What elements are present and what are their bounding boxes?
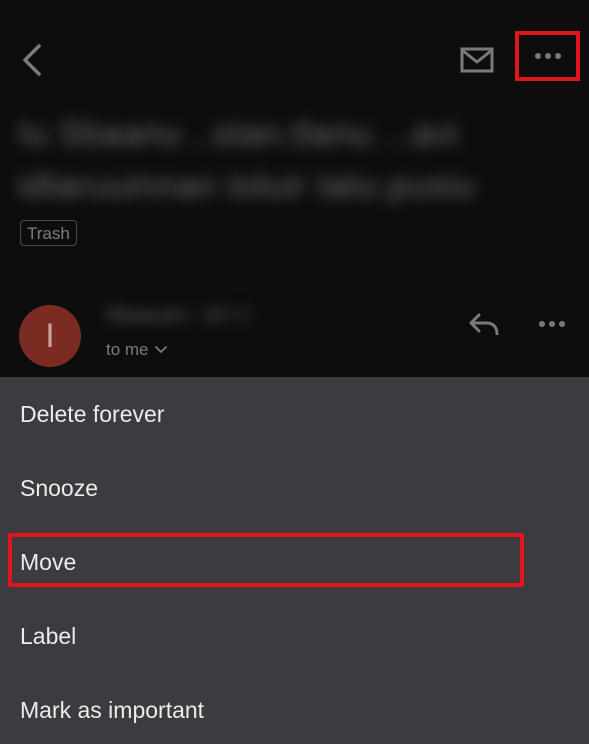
more-horizontal-icon	[539, 321, 565, 327]
trash-label-chip[interactable]: Trash	[20, 220, 77, 246]
email-view-dimmed: Iu Sbaanu ..stan.tlanu. ..avi idtaruuinn…	[0, 0, 589, 377]
menu-item-snooze[interactable]: Snooze	[0, 451, 589, 525]
sender-name: Ilitaauen ·1ll·l·l	[106, 302, 250, 327]
more-options-button[interactable]	[515, 31, 580, 81]
menu-item-label: Delete forever	[20, 400, 165, 427]
email-subject-line-1: Iu Sbaanu ..stan.tlanu. ..avi	[18, 115, 460, 153]
menu-item-label: Move	[20, 548, 77, 575]
menu-item-label-text: Label	[20, 622, 77, 649]
menu-item-label: Mark as important	[20, 696, 205, 723]
menu-item-move[interactable]: Move	[0, 525, 589, 599]
reply-button[interactable]	[466, 308, 502, 340]
email-subject-line-2: idtaruuinnan toluir tatu.pusiu	[18, 167, 476, 205]
actions-bottom-sheet: Delete forever Snooze Move Label Mark as…	[0, 377, 589, 744]
envelope-icon	[460, 47, 494, 73]
mark-unread-button[interactable]	[456, 40, 498, 80]
menu-item-label[interactable]: Label	[0, 599, 589, 673]
email-subject: Iu Sbaanu ..stan.tlanu. ..avi idtaruuinn…	[18, 108, 488, 212]
more-horizontal-icon	[534, 53, 561, 59]
top-app-bar	[0, 0, 589, 110]
chevron-down-icon	[154, 346, 167, 353]
recipient-details-toggle[interactable]: to me	[106, 340, 167, 360]
menu-item-delete-forever[interactable]: Delete forever	[0, 377, 589, 451]
email-screen: Iu Sbaanu ..stan.tlanu. ..avi idtaruuinn…	[0, 0, 589, 744]
sender-avatar[interactable]: I	[19, 305, 81, 367]
recipient-text: to me	[106, 340, 149, 359]
menu-item-mark-as-important[interactable]: Mark as important	[0, 673, 589, 744]
reply-icon	[469, 313, 499, 335]
chevron-left-icon	[23, 44, 41, 76]
back-button[interactable]	[12, 38, 52, 82]
menu-item-label: Snooze	[20, 474, 99, 501]
message-more-button[interactable]	[532, 308, 572, 340]
